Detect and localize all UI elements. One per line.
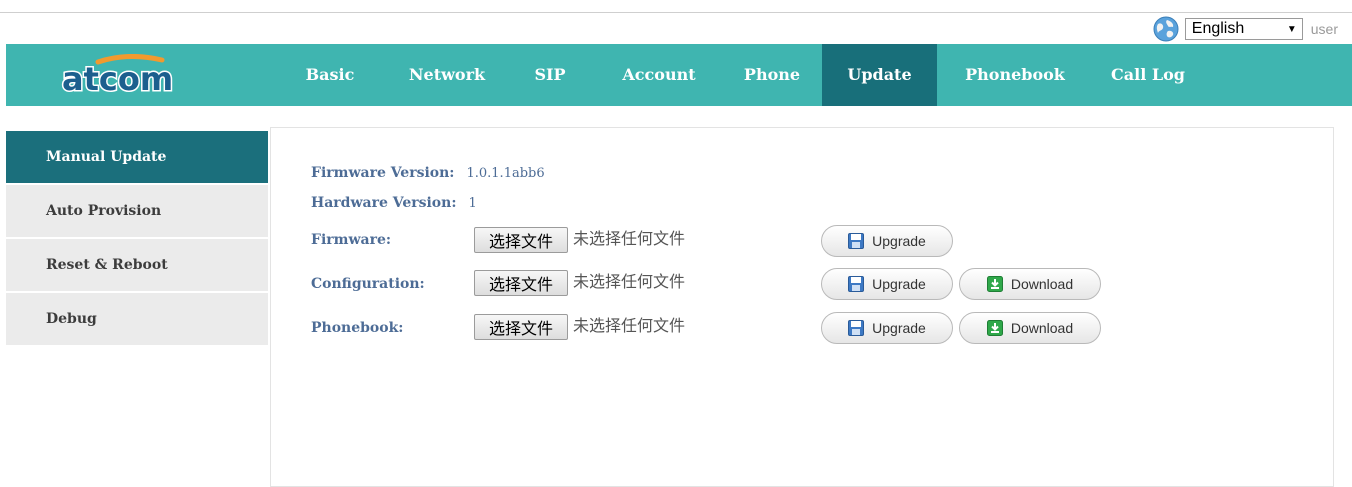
configuration-choose-file-button[interactable]: 选择文件 — [474, 270, 568, 296]
nav-account[interactable]: Account — [604, 44, 714, 106]
manual-update-panel: Firmware Version: 1.0.1.1abb6 Hardware V… — [270, 127, 1334, 487]
sidebar-item-debug[interactable]: Debug — [6, 293, 268, 345]
configuration-download-button[interactable]: Download — [959, 268, 1101, 300]
globe-icon — [1153, 16, 1179, 42]
nav-phonebook[interactable]: Phonebook — [956, 44, 1074, 106]
floppy-save-icon — [848, 233, 865, 249]
user-label: user — [1310, 21, 1338, 37]
configuration-download-label: Download — [1010, 276, 1074, 292]
nav-phone[interactable]: Phone — [730, 44, 814, 106]
nav-basic[interactable]: Basic — [292, 44, 368, 106]
sidebar-item-manual-update[interactable]: Manual Update — [6, 131, 268, 183]
green-download-icon — [986, 276, 1003, 292]
phonebook-file-status: 未选择任何文件 — [573, 318, 686, 335]
green-download-icon — [986, 320, 1003, 336]
firmware-choose-file-button[interactable]: 选择文件 — [474, 227, 568, 253]
nav-network[interactable]: Network — [394, 44, 500, 106]
firmware-upgrade-button[interactable]: Upgrade — [821, 225, 953, 257]
phonebook-upgrade-button[interactable]: Upgrade — [821, 312, 953, 344]
floppy-save-icon — [848, 276, 865, 292]
configuration-label: Configuration: — [311, 276, 425, 292]
phonebook-row-label-wrap: Phonebook: — [311, 315, 403, 341]
phonebook-download-button[interactable]: Download — [959, 312, 1101, 344]
header-bar: atcom Basic Network SIP Account Phone Up… — [6, 44, 1352, 106]
atcom-logo: atcom — [61, 54, 175, 98]
firmware-file-status: 未选择任何文件 — [573, 231, 686, 248]
sidebar-item-auto-provision[interactable]: Auto Provision — [6, 185, 268, 237]
svg-text:atcom: atcom — [62, 60, 173, 98]
configuration-file-status: 未选择任何文件 — [573, 274, 686, 291]
phonebook-choose-file-button[interactable]: 选择文件 — [474, 314, 568, 340]
firmware-upgrade-label: Upgrade — [872, 233, 926, 249]
hardware-version-row: Hardware Version: 1 — [311, 190, 477, 216]
configuration-upgrade-button[interactable]: Upgrade — [821, 268, 953, 300]
firmware-version-row: Firmware Version: 1.0.1.1abb6 — [311, 160, 545, 186]
top-divider — [0, 12, 1352, 13]
configuration-row-label-wrap: Configuration: — [311, 271, 425, 297]
floppy-save-icon — [848, 320, 865, 336]
hardware-version-label: Hardware Version: — [311, 195, 457, 211]
chevron-down-icon: ▼ — [1286, 23, 1297, 35]
phonebook-download-label: Download — [1010, 320, 1074, 336]
sidebar-item-reset-reboot[interactable]: Reset & Reboot — [6, 239, 268, 291]
language-select[interactable]: English ▼ — [1184, 18, 1303, 40]
phonebook-upgrade-label: Upgrade — [872, 320, 926, 336]
sidebar: Manual Update Auto Provision Reset & Reb… — [6, 131, 268, 347]
phonebook-label: Phonebook: — [311, 320, 404, 336]
firmware-row-label-wrap: Firmware: — [311, 227, 391, 253]
nav-update[interactable]: Update — [822, 44, 937, 106]
language-select-value: English — [1191, 20, 1245, 37]
firmware-label: Firmware: — [311, 232, 392, 248]
nav-call-log[interactable]: Call Log — [1102, 44, 1194, 106]
language-bar: English ▼ user — [1153, 16, 1338, 42]
configuration-upgrade-label: Upgrade — [872, 276, 926, 292]
hardware-version-value: 1 — [468, 195, 477, 211]
firmware-version-label: Firmware Version: — [311, 165, 455, 181]
firmware-version-value: 1.0.1.1abb6 — [466, 165, 545, 181]
nav-sip[interactable]: SIP — [520, 44, 580, 106]
